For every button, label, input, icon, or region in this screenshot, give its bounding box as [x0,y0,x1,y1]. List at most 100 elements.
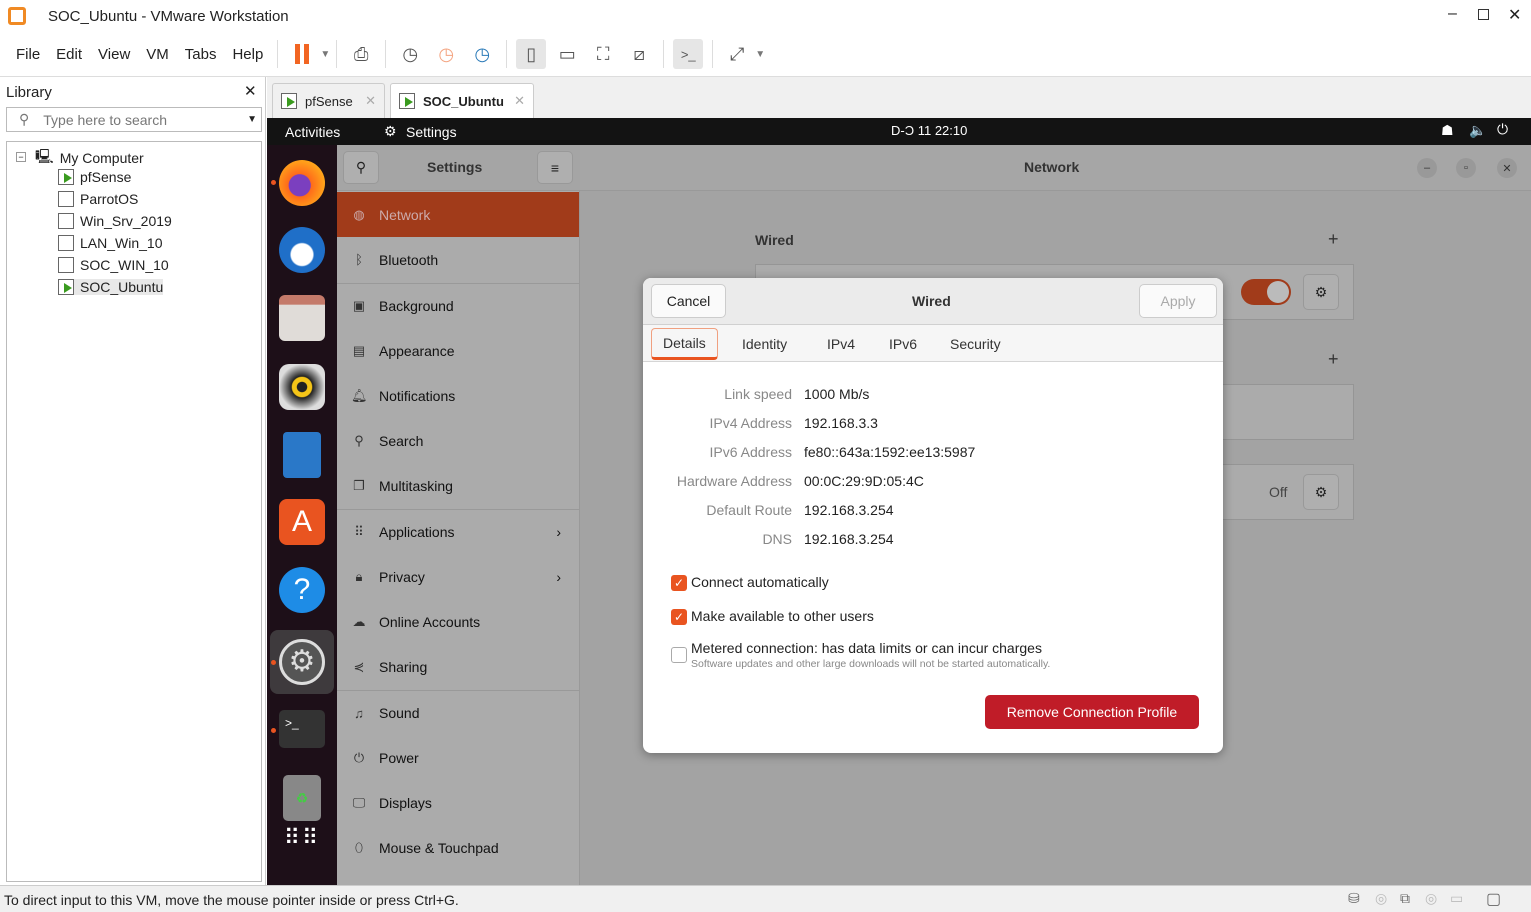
help-icon[interactable]: ? [279,567,325,613]
chevron-down-icon[interactable]: ▼ [755,49,765,60]
snapshot-manager-icon[interactable]: ◷ [467,39,497,69]
add-vpn-button[interactable]: + [1328,349,1339,370]
libreoffice-writer-icon[interactable] [283,432,321,478]
music-note-icon: ♫ [354,705,364,721]
trash-icon[interactable]: ♻ [283,775,321,821]
menu-view[interactable]: View [90,46,138,63]
menu-vm[interactable]: VM [138,46,177,63]
tree-vm-soc-ubuntu[interactable]: SOC_Ubuntu [58,279,164,295]
sidebar-item-online-accounts[interactable]: ☁ Online Accounts [337,599,579,644]
menu-tabs[interactable]: Tabs [177,46,225,63]
menu-edit[interactable]: Edit [48,46,90,63]
sidebar-item-appearance[interactable]: ▤ Appearance [337,328,579,373]
sidebar-item-sharing[interactable]: ⋞ Sharing [337,644,579,689]
sidebar-item-power[interactable]: ⏻ Power [337,735,579,780]
hard-disk-icon[interactable]: ⛁ [1348,890,1360,907]
tab-ipv6[interactable]: IPv6 [878,328,928,360]
printer-icon[interactable]: ▭ [1450,890,1463,907]
files-icon[interactable] [279,295,325,341]
menu-help[interactable]: Help [224,46,271,63]
thunderbird-icon[interactable] [279,227,325,273]
terminal-icon[interactable]: >_ [279,710,325,748]
library-search-input[interactable]: ⚲ Type here to search ▼ [6,107,262,132]
wired-settings-button[interactable]: ⚙ [1303,274,1339,310]
notes-icon[interactable]: ▢ [1486,889,1501,909]
clock[interactable]: D-Ͻ 11 22:10 [891,123,967,138]
metered-checkbox[interactable] [671,647,687,663]
tree-my-computer[interactable]: 🖳 My Computer [35,146,144,170]
remove-connection-profile-button[interactable]: Remove Connection Profile [985,695,1199,729]
proxy-settings-button[interactable]: ⚙ [1303,474,1339,510]
available-to-all-checkbox[interactable]: ✓ [671,609,687,625]
usb-icon[interactable]: ◎ [1425,890,1437,907]
cd-icon[interactable]: ◎ [1375,890,1387,907]
tab-security[interactable]: Security [939,328,1012,360]
send-keys-icon[interactable]: ⎙ [346,39,376,69]
app-menu[interactable]: Settings [406,124,457,140]
tab-soc-ubuntu[interactable]: SOC_Ubuntu ✕ [390,83,534,118]
settings-icon[interactable]: ⚙ [279,639,325,685]
connect-automatically-checkbox[interactable]: ✓ [671,575,687,591]
close-window-button[interactable]: ✕ [1508,5,1521,25]
pause-icon[interactable] [287,39,317,69]
minimize-button[interactable]: – [1448,5,1457,23]
sidebar-item-privacy[interactable]: 🔒︎ Privacy › [337,554,579,599]
hamburger-menu-button[interactable]: ≡ [537,151,573,184]
tab-pfsense[interactable]: pfSense ✕ [272,83,385,118]
maximize-button[interactable] [1478,9,1489,20]
activities-button[interactable]: Activities [285,124,340,140]
chevron-down-icon[interactable]: ▼ [320,49,330,60]
console-icon[interactable]: >_ [673,39,704,69]
cancel-button[interactable]: Cancel [651,284,726,318]
unity-icon[interactable]: ⧄ [624,39,654,69]
tree-vm-win-srv-2019[interactable]: Win_Srv_2019 [58,213,172,229]
tree-vm-parrotos[interactable]: ParrotOS [58,191,138,207]
thumbnail-view-icon[interactable]: ▭ [552,39,582,69]
menu-file[interactable]: File [8,46,48,63]
proxy-status: Off [1269,484,1288,500]
network-adapter-icon[interactable]: ⧉ [1400,890,1410,907]
tree-vm-lan-win-10[interactable]: LAN_Win_10 [58,235,163,251]
sidebar-item-multitasking[interactable]: ❐ Multitasking [337,463,579,508]
firefox-icon[interactable] [279,160,325,206]
network-icon[interactable]: ☗ [1441,122,1454,139]
bluetooth-icon: ᛒ [355,252,363,267]
snapshot-revert-icon[interactable]: ◷ [431,39,461,69]
sidebar-item-notifications[interactable]: 🔔︎ Notifications [337,373,579,418]
stretch-icon[interactable]: ⤢ [722,39,752,69]
chevron-down-icon[interactable]: ▼ [247,114,257,125]
sidebar-item-background[interactable]: ▣ Background [337,283,579,328]
volume-icon[interactable]: 🔈 [1469,122,1486,139]
collapse-icon[interactable]: − [16,152,26,162]
snapshot-take-icon[interactable]: ◷ [395,39,425,69]
tab-identity[interactable]: Identity [731,328,798,360]
close-tab-icon[interactable]: ✕ [514,93,525,109]
minimize-button[interactable]: – [1417,158,1437,178]
power-icon[interactable]: ⏻ [1497,121,1508,138]
close-button[interactable]: ✕ [1497,158,1517,178]
apply-button[interactable]: Apply [1139,284,1217,318]
sidebar-item-mouse-touchpad[interactable]: ⬯ Mouse & Touchpad [337,825,579,870]
add-wired-button[interactable]: + [1328,229,1339,250]
sidebar-item-search[interactable]: ⚲ Search [337,418,579,463]
show-apps-icon[interactable]: ⠿⠿ [279,827,325,875]
sidebar-item-displays[interactable]: 🖵 Displays [337,780,579,825]
software-icon[interactable]: A [279,499,325,545]
restore-button[interactable]: ▫ [1456,158,1476,178]
rhythmbox-icon[interactable] [279,364,325,410]
search-icon: ⚲ [355,159,367,175]
tab-details[interactable]: Details [651,328,718,360]
tree-vm-pfsense[interactable]: pfSense [58,169,131,185]
sidebar-item-network[interactable]: ◍ Network [337,192,579,237]
sidebar-item-applications[interactable]: ⠿ Applications › [337,509,579,554]
library-view-icon[interactable]: ▯ [516,39,547,69]
fullscreen-icon[interactable]: ⛶ [588,39,618,69]
sidebar-item-bluetooth[interactable]: ᛒ Bluetooth [337,237,579,282]
close-library-button[interactable]: ✕ [244,82,257,100]
tree-vm-soc-win-10[interactable]: SOC_WIN_10 [58,257,169,273]
wired-toggle[interactable] [1241,279,1291,305]
tab-ipv4[interactable]: IPv4 [816,328,866,360]
sidebar-item-sound[interactable]: ♫ Sound [337,690,579,735]
close-tab-icon[interactable]: ✕ [365,93,376,109]
search-button[interactable]: ⚲ [343,151,379,184]
